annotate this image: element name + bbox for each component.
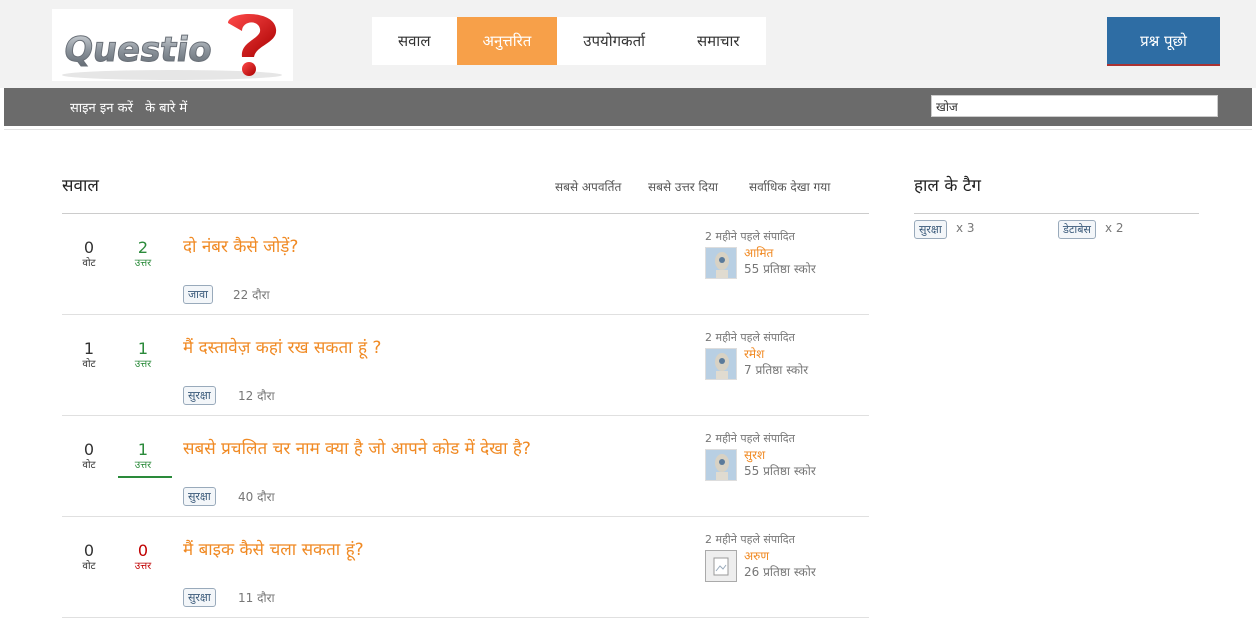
vote-count: 0 वोट: [64, 541, 114, 573]
logo-graphic: Questio: [61, 13, 282, 80]
page: Questio सवाल अनुत्तरित उपयोगकर्ता समाचार…: [0, 0, 1256, 634]
sort-most-voted[interactable]: सबसे अपवर्तित: [555, 178, 621, 195]
user-name-link[interactable]: रमेश: [744, 345, 764, 362]
answer-label: उत्तर: [134, 258, 152, 269]
question-title-link[interactable]: मैं दस्तावेज़ कहां रख सकता हूं ?: [183, 335, 381, 358]
reputation-score: 55 प्रतिष्ठा स्कोर: [744, 464, 816, 478]
reputation-score: 7 प्रतिष्ठा स्कोर: [744, 363, 809, 377]
answer-label: उत्तर: [134, 561, 152, 572]
question-title-link[interactable]: दो नंबर कैसे जोड़ें?: [183, 234, 298, 257]
user-name-link[interactable]: सुरश: [744, 446, 765, 463]
view-count: 11 दौरा: [238, 591, 275, 605]
question-tag[interactable]: सुरक्षा: [183, 487, 216, 506]
vote-number: 1: [83, 339, 95, 358]
view-count: 40 दौरा: [238, 490, 275, 504]
question-row: 0 वोट 1 उत्तर सबसे प्रचलित चर नाम क्या ह…: [62, 416, 869, 517]
edited-time: 2 महीने पहले संपादित: [705, 331, 795, 344]
vote-count: 0 वोट: [64, 440, 114, 472]
view-count: 22 दौरा: [233, 288, 270, 302]
sub-navbar: साइन इन करें के बारे में: [4, 88, 1252, 126]
answer-label: उत्तर: [134, 460, 152, 471]
vote-label: वोट: [82, 460, 96, 471]
top-header: Questio सवाल अनुत्तरित उपयोगकर्ता समाचार…: [0, 0, 1256, 88]
vote-label: वोट: [82, 561, 96, 572]
edited-time: 2 महीने पहले संपादित: [705, 432, 795, 445]
question-tag[interactable]: जावा: [183, 285, 213, 304]
answer-number: 0: [137, 541, 149, 560]
vote-number: 0: [83, 541, 95, 560]
sidebar-tag[interactable]: डेटाबेस: [1058, 220, 1096, 239]
question-row: 0 वोट 2 उत्तर दो नंबर कैसे जोड़ें? जावा …: [62, 214, 869, 315]
nav-users[interactable]: उपयोगकर्ता: [557, 17, 671, 65]
avatar-face-icon: [706, 349, 736, 379]
recent-tags-title: हाल के टैग: [914, 176, 981, 196]
answer-label: उत्तर: [134, 359, 152, 370]
answer-count: 2 उत्तर: [118, 238, 168, 270]
answer-number: 1: [137, 440, 149, 459]
answer-count-accepted: 1 उत्तर: [118, 440, 168, 478]
avatar-face-icon: [706, 248, 736, 278]
avatar[interactable]: [705, 348, 737, 380]
avatar[interactable]: [705, 449, 737, 481]
ask-question-button[interactable]: प्रश्न पूछो: [1107, 17, 1220, 66]
reputation-score: 26 प्रतिष्ठा स्कोर: [744, 565, 816, 579]
site-logo[interactable]: Questio: [52, 9, 293, 81]
view-count: 12 दौरा: [238, 389, 275, 403]
avatar-face-icon: [706, 450, 736, 480]
sidebar-tag[interactable]: सुरक्षा: [914, 220, 947, 239]
sidebar-tag-count: x 3: [956, 221, 975, 235]
user-name-link[interactable]: अरुण: [744, 547, 769, 564]
sort-most-answered[interactable]: सबसे उत्तर दिया: [648, 178, 718, 195]
signin-link[interactable]: साइन इन करें: [70, 101, 133, 116]
main-nav: सवाल अनुत्तरित उपयोगकर्ता समाचार: [372, 17, 766, 65]
question-title-link[interactable]: सबसे प्रचलित चर नाम क्या है जो आपने कोड …: [183, 436, 531, 459]
nav-news[interactable]: समाचार: [671, 17, 766, 65]
answer-number: 2: [137, 238, 149, 257]
question-row: 1 वोट 1 उत्तर मैं दस्तावेज़ कहां रख सकता…: [62, 315, 869, 416]
nav-questions[interactable]: सवाल: [372, 17, 457, 65]
vote-count: 0 वोट: [64, 238, 114, 270]
vote-label: वोट: [82, 258, 96, 269]
answer-number: 1: [137, 339, 149, 358]
question-row: 0 वोट 0 उत्तर मैं बाइक कैसे चला सकता हूं…: [62, 517, 869, 618]
vote-number: 0: [83, 238, 95, 257]
about-link[interactable]: के बारे में: [145, 101, 187, 116]
broken-image-icon: [713, 557, 729, 576]
question-tag[interactable]: सुरक्षा: [183, 386, 216, 405]
page-title: सवाल: [62, 176, 99, 196]
svg-text:Questio: Questio: [61, 30, 214, 70]
question-title-link[interactable]: मैं बाइक कैसे चला सकता हूं?: [183, 537, 364, 560]
edited-time: 2 महीने पहले संपादित: [705, 230, 795, 243]
nav-unanswered[interactable]: अनुत्तरित: [456, 17, 558, 65]
answer-count: 1 उत्तर: [118, 339, 168, 371]
answer-count-zero: 0 उत्तर: [118, 541, 168, 573]
avatar-placeholder[interactable]: [705, 550, 737, 582]
reputation-score: 55 प्रतिष्ठा स्कोर: [744, 262, 816, 276]
sidebar-tag-count: x 2: [1105, 221, 1124, 235]
sidebar-divider: [914, 213, 1199, 214]
vote-label: वोट: [82, 359, 96, 370]
vote-number: 0: [83, 440, 95, 459]
avatar[interactable]: [705, 247, 737, 279]
subbar-divider: [4, 126, 1252, 130]
question-tag[interactable]: सुरक्षा: [183, 588, 216, 607]
search-input[interactable]: [931, 95, 1218, 117]
account-links: साइन इन करें के बारे में: [70, 98, 195, 116]
edited-time: 2 महीने पहले संपादित: [705, 533, 795, 546]
vote-count: 1 वोट: [64, 339, 114, 371]
user-name-link[interactable]: आमित: [744, 244, 773, 261]
sort-most-viewed[interactable]: सर्वाधिक देखा गया: [749, 178, 830, 195]
